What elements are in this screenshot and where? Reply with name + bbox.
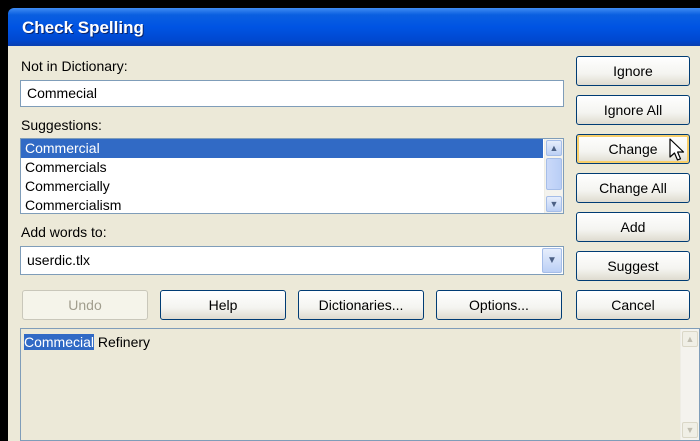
suggestion-item[interactable]: Commercially: [21, 177, 563, 196]
cancel-button[interactable]: Cancel: [576, 290, 690, 320]
ignore-button[interactable]: Ignore: [576, 56, 690, 86]
change-all-button[interactable]: Change All: [576, 173, 690, 203]
suggest-button[interactable]: Suggest: [576, 251, 690, 281]
mouse-pointer-icon: [669, 138, 685, 161]
suggestion-item[interactable]: Commercials: [21, 158, 563, 177]
scroll-down-icon[interactable]: ▼: [682, 422, 698, 438]
window-title: Check Spelling: [22, 18, 144, 37]
preview-scrollbar[interactable]: ▲ ▼: [680, 329, 699, 440]
suggestions-scrollbar[interactable]: ▲ ▼: [544, 139, 563, 213]
context-rest: Refinery: [94, 334, 151, 350]
add-words-to-value: userdic.tlx: [27, 252, 91, 268]
scroll-up-icon[interactable]: ▲: [682, 331, 698, 347]
chevron-down-icon[interactable]: ▼: [542, 248, 562, 273]
scroll-up-icon[interactable]: ▲: [546, 140, 562, 156]
not-in-dictionary-label: Not in Dictionary:: [21, 58, 128, 74]
ignore-all-button[interactable]: Ignore All: [576, 95, 690, 125]
dictionaries-button[interactable]: Dictionaries...: [298, 290, 424, 320]
options-button[interactable]: Options...: [436, 290, 562, 320]
suggestions-list[interactable]: Commercial Commercials Commercially Comm…: [20, 138, 564, 214]
add-words-to-label: Add words to:: [21, 224, 107, 240]
add-words-to-dropdown[interactable]: userdic.tlx ▼: [20, 246, 564, 275]
title-bar[interactable]: Check Spelling: [8, 8, 700, 46]
scroll-down-icon[interactable]: ▼: [546, 196, 562, 212]
undo-button[interactable]: Undo: [22, 290, 148, 320]
context-text: Commecial Refinery: [24, 334, 150, 350]
dialog-client-area: Not in Dictionary: Commecial Suggestions…: [8, 46, 700, 441]
scroll-thumb[interactable]: [546, 158, 562, 190]
help-button[interactable]: Help: [160, 290, 286, 320]
context-preview[interactable]: Commecial Refinery ▲ ▼: [20, 328, 700, 441]
not-in-dictionary-field[interactable]: Commecial: [20, 80, 564, 107]
suggestion-item-selected[interactable]: Commercial: [21, 139, 543, 158]
not-in-dictionary-value: Commecial: [27, 85, 98, 101]
misspelled-word-highlight: Commecial: [24, 334, 95, 350]
suggestions-label: Suggestions:: [21, 117, 102, 133]
add-button[interactable]: Add: [576, 212, 690, 242]
suggestion-item[interactable]: Commercialism: [21, 196, 563, 213]
